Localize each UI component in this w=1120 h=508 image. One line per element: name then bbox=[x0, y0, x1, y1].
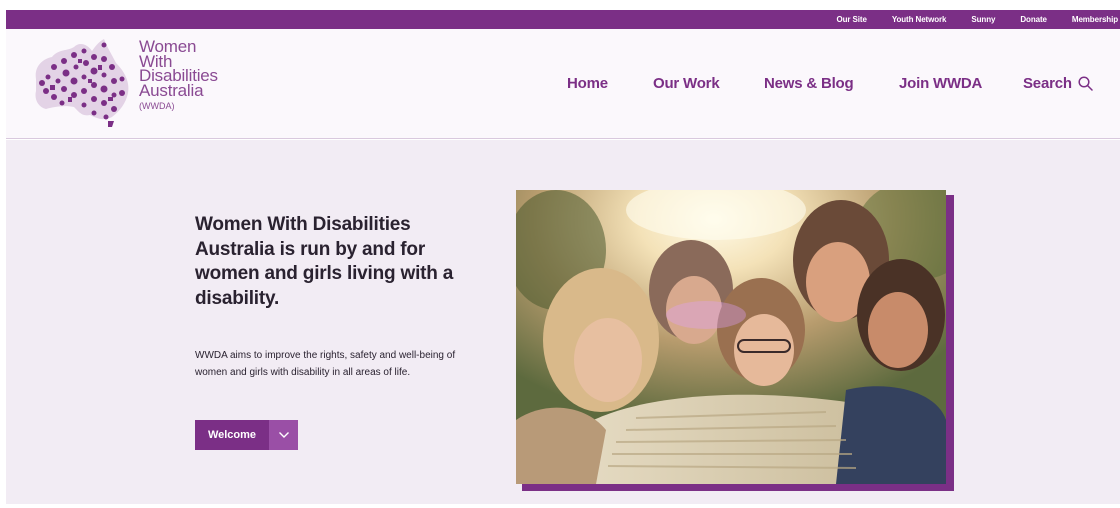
hero-description: WWDA aims to improve the rights, safety … bbox=[195, 350, 456, 378]
utility-link-sunny[interactable]: Sunny bbox=[971, 15, 995, 24]
page: Our Site Youth Network Sunny Donate Memb… bbox=[0, 0, 1120, 508]
hero-photo-frame bbox=[516, 190, 954, 491]
welcome-dropdown-button[interactable]: Welcome bbox=[195, 420, 298, 450]
utility-link-membership[interactable]: Membership bbox=[1072, 15, 1118, 24]
search-icon bbox=[1078, 76, 1093, 91]
hero-heading: Women With Disabilities Australia is run… bbox=[195, 214, 454, 309]
nav-news-blog[interactable]: News & Blog bbox=[764, 75, 854, 92]
utility-link-donate[interactable]: Donate bbox=[1020, 15, 1047, 24]
nav-our-work[interactable]: Our Work bbox=[653, 75, 720, 92]
search-label: Search bbox=[1023, 75, 1072, 92]
utility-bar: Our Site Youth Network Sunny Donate Memb… bbox=[6, 10, 1120, 29]
site-header: Women With Disabilities Australia (WWDA)… bbox=[6, 29, 1120, 139]
hero-section: Women With Disabilities Australia is run… bbox=[6, 140, 1120, 504]
nav-home[interactable]: Home bbox=[567, 75, 608, 92]
utility-link-youth-network[interactable]: Youth Network bbox=[892, 15, 947, 24]
chevron-down-icon bbox=[269, 420, 298, 450]
utility-link-our-site[interactable]: Our Site bbox=[837, 15, 867, 24]
welcome-button-label: Welcome bbox=[195, 420, 269, 450]
main-nav: Home Our Work News & Blog Join WWDA Sear… bbox=[6, 75, 1120, 95]
logo-abbreviation: (WWDA) bbox=[139, 101, 175, 111]
nav-search[interactable]: Search bbox=[1023, 75, 1093, 92]
group-of-smiling-women-hugging-photo bbox=[516, 190, 946, 484]
nav-join-wwda[interactable]: Join WWDA bbox=[899, 75, 982, 92]
